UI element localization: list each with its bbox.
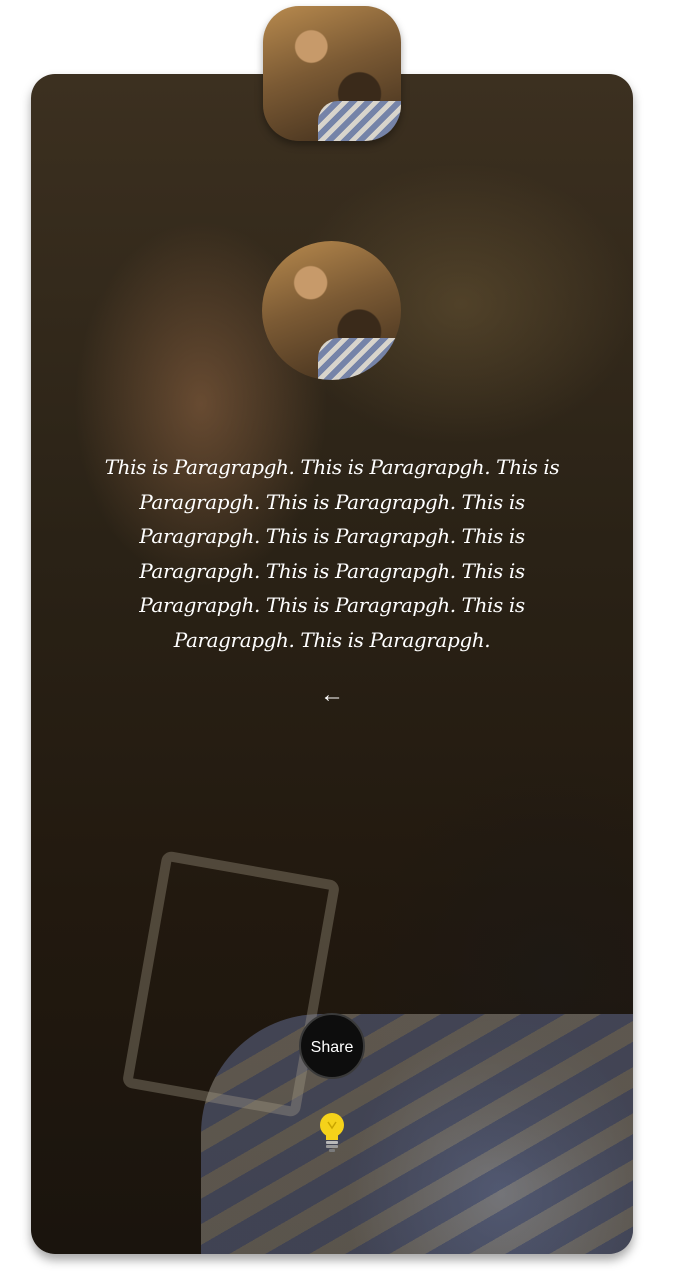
hero-card: This is Paragrapgh. This is Paragrapgh. … (31, 74, 633, 1254)
profile-avatar-circle (262, 241, 401, 380)
avatar-photo-shirt (317, 338, 401, 380)
description-paragraph: This is Paragrapgh. This is Paragrapgh. … (104, 455, 560, 652)
header-avatar[interactable] (263, 6, 401, 141)
share-button[interactable]: Share (299, 1013, 365, 1079)
lightbulb-icon[interactable] (316, 1110, 348, 1154)
header-avatar-shirt (318, 100, 401, 141)
back-arrow-icon[interactable]: ← (317, 683, 347, 707)
